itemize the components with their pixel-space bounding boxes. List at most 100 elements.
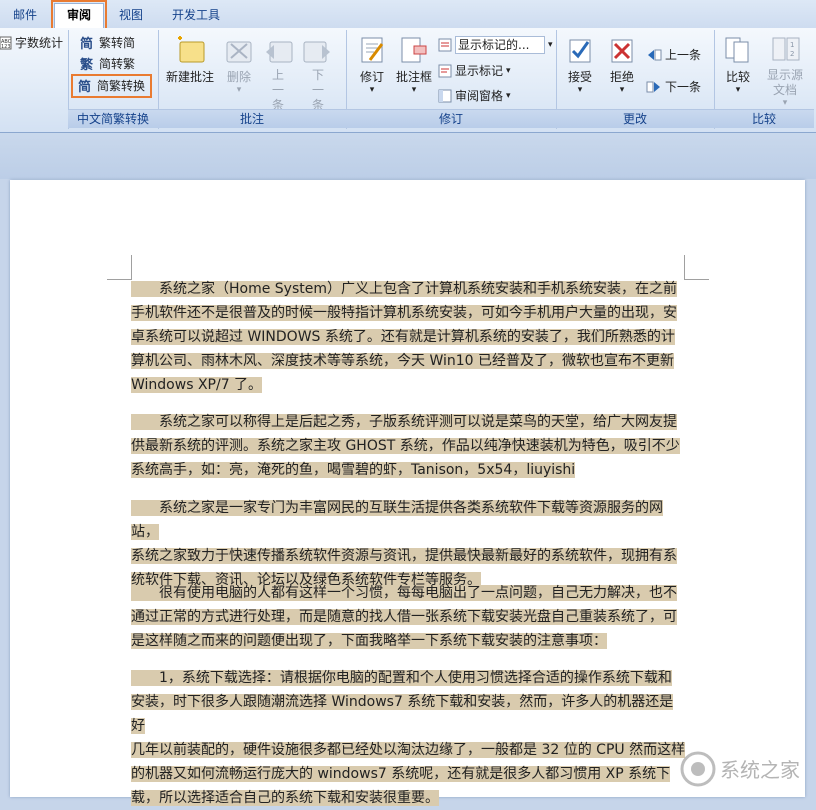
reject-button[interactable]: 拒绝 ▾ (602, 34, 642, 95)
reviewing-pane-chevron-icon: ▾ (506, 91, 511, 101)
show-markup-icon (438, 64, 452, 78)
next-comment-button[interactable]: 下一条 (298, 34, 338, 113)
trad-to-simp-button[interactable]: 简 繁转简 (80, 34, 135, 52)
tab-developer[interactable]: 开发工具 (160, 5, 232, 27)
watermark-icon: 系统之家 (680, 751, 800, 787)
prev-change-button[interactable]: 上一条 (646, 46, 701, 64)
convert-button[interactable]: 简 简繁转换 (70, 74, 153, 98)
watermark-text: 系统之家 (720, 758, 800, 782)
convert-label: 简繁转换 (97, 79, 146, 93)
track-changes-button[interactable]: 修订 ▾ (352, 34, 392, 95)
reject-icon (611, 39, 633, 63)
next-comment-icon (303, 41, 330, 63)
group-changes: 接受 ▾ 拒绝 ▾ 上一条 下一条 更改 (556, 30, 715, 129)
line: 算机公司、雨林木风、深度技术等等系统，今天 Win10 已经普及了，微软也宣布不… (131, 353, 675, 369)
crop-mark-left (107, 255, 132, 280)
balloons-dropdown-icon: ▾ (411, 85, 417, 95)
accept-dropdown-icon: ▾ (577, 85, 583, 95)
paragraph-1[interactable]: 系统之家（Home System）广义上包含了计算机系统安装和手机系统安装，在之… (131, 277, 686, 397)
reviewing-pane-icon (438, 89, 452, 103)
line: 1，系统下载选择：请根据你电脑的配置和个人使用习惯选择合适的操作系统下载和 (131, 666, 686, 690)
line: 系统之家（Home System）广义上包含了计算机系统安装和手机系统安装，在之… (131, 277, 686, 301)
svg-text:1: 1 (790, 41, 794, 49)
compare-button[interactable]: 比较 ▾ (718, 34, 758, 95)
simp-to-trad-icon: 繁 (80, 57, 94, 72)
word-count-label: 字数统计 (15, 36, 64, 50)
simp-to-trad-button[interactable]: 繁 简转繁 (80, 55, 135, 73)
group-label-tracking: 修订 (346, 109, 556, 128)
svg-text:2: 2 (790, 50, 794, 58)
compare-label: 比较 (725, 70, 750, 84)
prev-comment-icon (266, 41, 293, 63)
svg-text:繁: 繁 (80, 57, 94, 72)
reviewing-pane-label: 审阅窗格 (455, 89, 504, 103)
group-label-chinese-conversion: 中文简繁转换 (68, 109, 158, 128)
track-changes-label: 修订 (359, 70, 384, 84)
prev-comment-label: 上一条 (271, 68, 284, 112)
group-compare: 比较 ▾ 12 显示源文档 ▾ 比较 (714, 30, 814, 129)
balloons-label: 批注框 (395, 70, 432, 84)
balloons-icon (401, 37, 427, 63)
show-source-label: 显示源文档 (766, 68, 803, 97)
simp-to-trad-label: 简转繁 (99, 57, 136, 71)
new-comment-button[interactable]: 新建批注 (162, 34, 218, 85)
tab-view[interactable]: 视图 (108, 5, 154, 27)
display-review-value: 显示标记的... (455, 36, 545, 54)
line: 手机软件还不是很普及的时候一般特指计算机系统安装，可如今手机用户大量的出现，安 (131, 305, 677, 321)
line: 系统之家是一家专门为丰富网民的互联生活提供各类系统软件下载等资源服务的网站， (131, 500, 663, 540)
paragraph-5[interactable]: 1，系统下载选择：请根据你电脑的配置和个人使用习惯选择合适的操作系统下载和 安装… (131, 666, 686, 810)
line: 系统之家致力于快速传播系统软件资源与资讯，提供最快最新最好的系统软件，现拥有系 (131, 548, 677, 564)
line: 供最新系统的评测。系统之家主攻 GHOST 系统，作品以纯净快速装机为特色，吸引… (131, 438, 680, 454)
next-change-icon (646, 81, 660, 93)
group-tracking: 修订 ▾ 批注框 ▾ 显示标记的... ▾ 显示标记 ▾ 审阅窗格 ▾ 修订 (346, 30, 557, 129)
reviewing-pane-button[interactable]: 审阅窗格 ▾ (438, 87, 511, 105)
tab-review[interactable]: 审阅 (51, 0, 107, 32)
line: 载，所以选择适合自己的系统下载和安装很重要。 (131, 790, 439, 806)
group-label-changes: 更改 (556, 109, 714, 128)
reject-label: 拒绝 (609, 70, 634, 84)
tab-mailings[interactable]: 邮件 (2, 5, 48, 27)
display-review-icon (438, 38, 452, 52)
show-markup-button[interactable]: 显示标记 ▾ (438, 62, 511, 80)
delete-comment-label: 删除 (226, 70, 251, 84)
line: 是这样随之而来的问题便出现了，下面我略举一下系统下载安装的注意事项： (131, 633, 607, 649)
trad-to-simp-icon: 简 (80, 36, 93, 51)
word-count-button[interactable]: ABC 123 字数统计 (0, 34, 63, 52)
group-comments: 新建批注 删除 ▾ 上一条 下一条 批注 (158, 30, 347, 129)
paragraph-2[interactable]: 系统之家可以称得上是后起之秀，子版系统评测可以说是菜鸟的天堂，给广大网友提 供最… (131, 410, 686, 482)
show-source-button[interactable]: 12 显示源文档 ▾ (760, 34, 810, 108)
reject-dropdown-icon: ▾ (619, 85, 625, 95)
line: 卓系统可以说超过 WINDOWS 系统了。还有就是计算机系统的安装了，我们所熟悉… (131, 329, 675, 345)
paragraph-4[interactable]: 很有使用电脑的人都有这样一个习惯，每每电脑出了一点问题，自己无力解决，也不 通过… (131, 581, 686, 653)
prev-change-label: 上一条 (665, 48, 702, 62)
delete-dropdown-icon: ▾ (236, 85, 242, 95)
ribbon-tab-bar: 邮件 审阅 视图 开发工具 (0, 0, 816, 32)
show-markup-label: 显示标记 (455, 64, 504, 78)
word-count-icon: ABC123 (0, 36, 12, 50)
track-changes-dropdown-icon: ▾ (369, 85, 375, 95)
delete-comment-button[interactable]: 删除 ▾ (218, 34, 260, 95)
balloons-button[interactable]: 批注框 ▾ (392, 34, 436, 95)
ribbon-review: ABC 123 字数统计 简 繁转简 繁 简转繁 简 简繁转换 中文简繁转换 新建… (0, 28, 816, 133)
accept-button[interactable]: 接受 ▾ (560, 34, 600, 95)
next-change-button[interactable]: 下一条 (646, 78, 701, 96)
paragraph-3[interactable]: 系统之家是一家专门为丰富网民的互联生活提供各类系统软件下载等资源服务的网站， 系… (131, 496, 686, 592)
display-for-review-dropdown[interactable]: 显示标记的... ▾ (438, 36, 553, 54)
show-source-dropdown-icon: ▾ (782, 98, 788, 108)
track-changes-icon (361, 37, 384, 63)
convert-icon: 简 (78, 79, 91, 94)
line: 安装，时下很多人跟随潮流选择 Windows7 系统下载和安装，然而，许多人的机… (131, 694, 674, 734)
svg-text:简: 简 (78, 79, 91, 94)
line: 几年以前装配的，硬件设施很多都已经处以淘汰边缘了，一般都是 32 位的 CPU … (131, 742, 686, 758)
compare-icon (725, 37, 749, 63)
ruler-area (0, 133, 816, 179)
svg-text:简: 简 (80, 36, 93, 51)
next-change-label: 下一条 (665, 80, 702, 94)
prev-comment-button[interactable]: 上一条 (258, 34, 298, 113)
display-review-chevron-icon: ▾ (548, 40, 553, 50)
accept-icon (569, 39, 591, 63)
new-comment-label: 新建批注 (165, 70, 214, 84)
line: 很有使用电脑的人都有这样一个习惯，每每电脑出了一点问题，自己无力解决，也不 (131, 581, 686, 605)
line: 的机器又如何流畅运行庞大的 windows7 系统呢，还有就是很多人都习惯用 X… (131, 766, 671, 782)
new-comment-icon (178, 36, 205, 63)
